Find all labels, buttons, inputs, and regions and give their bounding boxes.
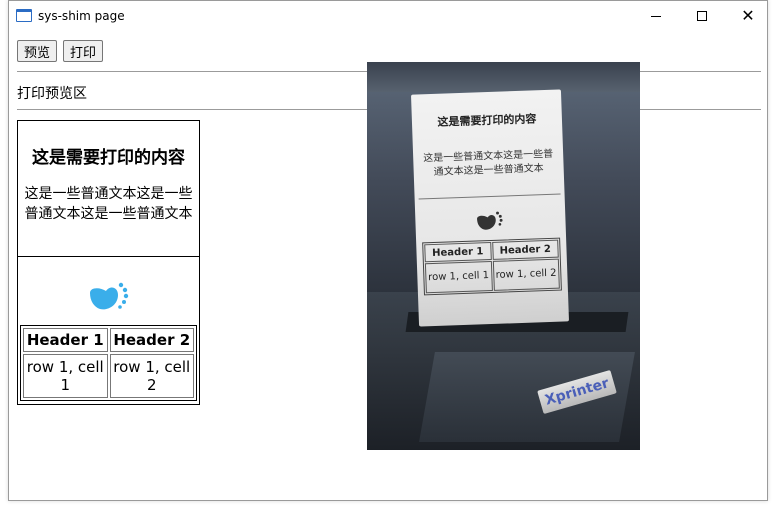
table-header: Header 1	[23, 328, 108, 352]
receipt-header: Header 1	[424, 241, 492, 263]
receipt-header: Header 2	[491, 239, 559, 260]
minimize-icon	[651, 15, 661, 17]
receipt-logo-icon	[477, 211, 503, 230]
receipt-divider	[418, 193, 561, 200]
print-preview-box: 这是需要打印的内容 这是一些普通文本这是一些普通文本这是一些普通文本 Heade…	[17, 120, 200, 405]
preview-divider	[18, 256, 199, 257]
printed-receipt: 这是需要打印的内容 这是一些普通文本这是一些普通文本这是一些普通文本 Heade…	[410, 89, 570, 327]
receipt-cell: row 1, cell 2	[492, 258, 560, 291]
preview-table: Header 1 Header 2 row 1, cell 1 row 1, c…	[20, 325, 197, 401]
window-title: sys-shim page	[38, 9, 125, 23]
print-button[interactable]: 打印	[63, 40, 104, 62]
minimize-button[interactable]	[633, 1, 679, 31]
table-header-row: Header 1 Header 2	[23, 328, 194, 352]
toolbar: 预览 打印	[17, 40, 104, 62]
receipt-heading: 这是需要打印的内容	[437, 112, 537, 129]
photo-background	[367, 62, 640, 92]
table-cell: row 1, cell 1	[23, 354, 108, 398]
maximize-button[interactable]	[679, 1, 725, 31]
close-icon: ✕	[741, 6, 755, 25]
receipt-body-text: 这是一些普通文本这是一些普通文本这是一些普通文本	[423, 148, 554, 178]
receipt-row: row 1, cell 1 row 1, cell 2	[424, 258, 560, 294]
window-icon	[16, 9, 32, 22]
printer-photo: 这是需要打印的内容 这是一些普通文本这是一些普通文本这是一些普通文本 Heade…	[367, 62, 640, 450]
receipt-cell: row 1, cell 1	[424, 260, 493, 294]
print-preview-label: 打印预览区	[17, 86, 87, 102]
receipt-table: Header 1 Header 2 row 1, cell 1 row 1, c…	[422, 237, 562, 296]
close-button[interactable]: ✕	[725, 1, 771, 31]
table-row: row 1, cell 1 row 1, cell 2	[23, 354, 194, 398]
preview-button[interactable]: 预览	[17, 40, 58, 62]
footprint-logo-icon	[90, 282, 129, 310]
preview-body-text: 这是一些普通文本这是一些普通文本这是一些普通文本	[24, 186, 193, 222]
maximize-icon	[697, 11, 707, 21]
table-cell: row 1, cell 2	[109, 354, 194, 398]
app-window: sys-shim page ✕ 预览 打印 打印预览区 这是需要打印的内容 这是…	[8, 0, 768, 501]
title-bar[interactable]: sys-shim page ✕	[9, 1, 767, 31]
table-header: Header 2	[109, 328, 194, 352]
preview-heading: 这是需要打印的内容	[32, 148, 185, 168]
